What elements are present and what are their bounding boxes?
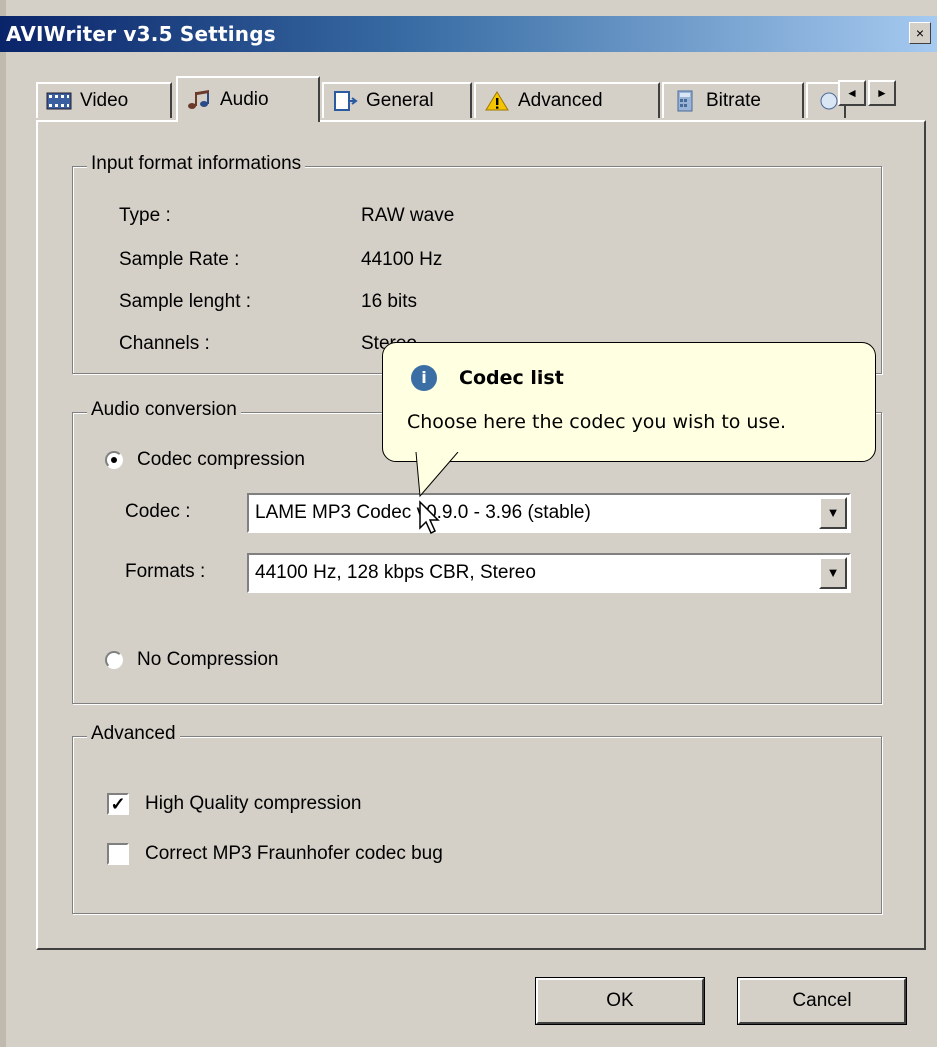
tooltip-tail [415, 452, 459, 498]
document-icon [332, 90, 358, 112]
cancel-button[interactable]: Cancel [737, 977, 907, 1025]
tab-strip: Video Audio General Advanced Bitrate ◄ ► [36, 76, 926, 122]
tab-label: Advanced [518, 90, 603, 111]
formats-select[interactable]: 44100 Hz, 128 kbps CBR, Stereo ▼ [247, 553, 851, 593]
chevron-down-icon[interactable]: ▼ [819, 497, 847, 529]
tab-advanced[interactable]: Advanced [474, 82, 660, 118]
codec-label: Codec : [125, 501, 191, 522]
film-icon [46, 90, 72, 112]
sample-rate-value: 44100 Hz [361, 249, 443, 270]
settings-window: AVIWriter v3.5 Settings × Video Audio Ge… [0, 0, 937, 1047]
tooltip-text: Choose here the codec you wish to use. [407, 411, 787, 433]
window-title: AVIWriter v3.5 Settings [6, 22, 276, 46]
high-quality-label[interactable]: High Quality compression [145, 793, 361, 815]
title-bar[interactable]: AVIWriter v3.5 Settings × [0, 16, 937, 52]
type-label: Type : [119, 205, 171, 226]
type-value: RAW wave [361, 205, 455, 226]
music-notes-icon [186, 89, 212, 111]
high-quality-checkbox[interactable]: ✓ [107, 793, 129, 815]
codec-compression-label[interactable]: Codec compression [137, 449, 305, 471]
ok-button[interactable]: OK [535, 977, 705, 1025]
warning-icon [484, 90, 510, 112]
mouse-cursor-icon [419, 500, 440, 535]
fraunhofer-label[interactable]: Correct MP3 Fraunhofer codec bug [145, 843, 443, 865]
tab-label: General [366, 90, 434, 111]
channels-label: Channels : [119, 333, 210, 354]
audio-tab-panel: Input format informations Type : RAW wav… [36, 120, 926, 950]
chevron-down-icon[interactable]: ▼ [819, 557, 847, 589]
tab-label: Video [80, 90, 129, 111]
info-icon: i [411, 365, 437, 391]
tab-general[interactable]: General [322, 82, 472, 118]
codec-select[interactable]: LAME MP3 Codec v0.9.0 - 3.96 (stable) ▼ [247, 493, 851, 533]
codec-compression-radio[interactable] [105, 451, 123, 469]
group-title: Advanced [87, 723, 180, 745]
tab-video[interactable]: Video [36, 82, 172, 118]
fraunhofer-checkbox[interactable] [107, 843, 129, 865]
no-compression-radio[interactable] [105, 651, 123, 669]
group-title: Input format informations [87, 153, 306, 175]
advanced-group: Advanced ✓ High Quality compression Corr… [72, 723, 882, 914]
background-strip [0, 0, 6, 1047]
tab-bitrate[interactable]: Bitrate [662, 82, 804, 118]
tab-label: Audio [220, 89, 269, 110]
codec-list-tooltip: i Codec list Choose here the codec you w… [382, 342, 876, 462]
group-title: Audio conversion [87, 399, 241, 421]
close-button[interactable]: × [909, 22, 931, 44]
formats-value: 44100 Hz, 128 kbps CBR, Stereo [255, 562, 536, 583]
formats-label: Formats : [125, 561, 206, 582]
tab-scroll-right-button[interactable]: ► [868, 80, 896, 106]
calculator-icon [672, 90, 698, 112]
tooltip-title: Codec list [459, 367, 564, 389]
sample-rate-label: Sample Rate : [119, 249, 240, 270]
sample-length-label: Sample lenght : [119, 291, 252, 312]
tab-audio[interactable]: Audio [176, 76, 320, 122]
sample-length-value: 16 bits [361, 291, 417, 312]
tab-scroll-left-button[interactable]: ◄ [838, 80, 866, 106]
tab-label: Bitrate [706, 90, 761, 111]
no-compression-label[interactable]: No Compression [137, 649, 279, 671]
